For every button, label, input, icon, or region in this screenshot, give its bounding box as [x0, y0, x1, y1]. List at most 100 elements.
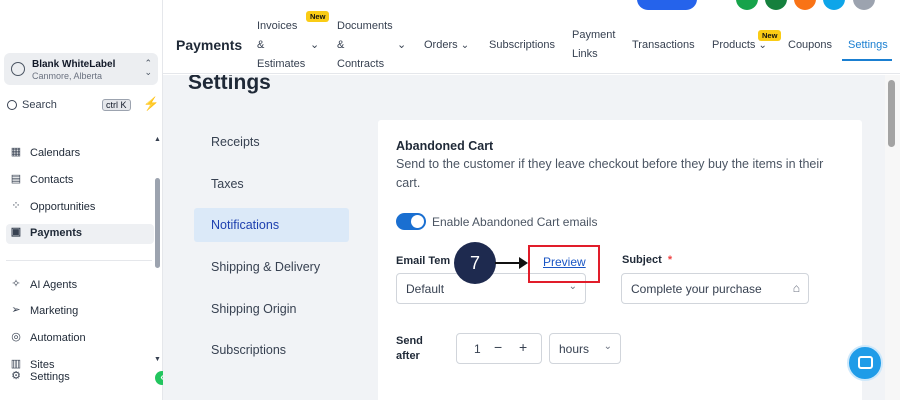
toggle-label: Enable Abandoned Cart emails	[432, 215, 598, 229]
account-switcher[interactable]: Blank WhiteLabel Canmore, Alberta ⌃ ⌄	[4, 53, 158, 85]
header-action-pill[interactable]	[637, 0, 697, 10]
chevron-down-icon: ⌄	[758, 40, 767, 51]
help-icon[interactable]	[823, 0, 845, 10]
settings-menu-shipping-origin[interactable]: Shipping Origin	[194, 292, 349, 326]
search-shortcut: ctrl K	[102, 99, 131, 111]
email-template-value: Default	[406, 282, 445, 296]
sidebar-item-opportunities[interactable]: ⁘ Opportunities	[6, 198, 154, 218]
sidebar-item-ai-agents[interactable]: ✧ AI Agents	[6, 276, 154, 296]
tab-label: Products	[712, 39, 756, 51]
abandoned-cart-toggle[interactable]	[396, 213, 426, 230]
send-after-label-2: after	[396, 350, 420, 362]
account-name: Blank WhiteLabel	[32, 59, 116, 70]
tab-payment-links[interactable]: Payment Links	[572, 26, 615, 64]
settings-icon: ⚙	[11, 370, 21, 382]
subject-label-text: Subject	[622, 254, 662, 266]
settings-menu-taxes[interactable]: Taxes	[194, 167, 349, 201]
settings-menu-receipts[interactable]: Receipts	[194, 125, 349, 159]
sidebar-item-label: Calendars	[30, 147, 81, 159]
chevron-down-icon[interactable]: ⌄	[310, 36, 319, 55]
sidebar-item-payments[interactable]: ▣ Payments	[6, 224, 154, 244]
settings-menu-subscriptions[interactable]: Subscriptions	[194, 333, 349, 367]
page-section-title: Payments	[176, 37, 243, 53]
send-after-label-1: Send	[396, 335, 423, 347]
abandoned-cart-panel: Abandoned Cart Send to the customer if t…	[378, 120, 862, 400]
scrollbar-thumb[interactable]	[888, 80, 895, 147]
tab-label: &	[337, 39, 345, 51]
opportunities-icon: ⁘	[11, 200, 21, 212]
tab-label: &	[257, 39, 265, 51]
sidebar-item-automation[interactable]: ◎ Automation	[6, 329, 154, 349]
sidebar-item-marketing[interactable]: ➢ Marketing	[6, 302, 154, 322]
quick-action-icon[interactable]: ⚡	[143, 96, 159, 112]
tab-label: Invoices	[257, 20, 298, 32]
sidebar-item-label: Payments	[30, 227, 82, 239]
tab-transactions[interactable]: Transactions	[632, 36, 695, 55]
tab-settings[interactable]: Settings	[848, 36, 888, 55]
sidebar-item-label: Contacts	[30, 174, 74, 186]
subject-input[interactable]: Complete your purchase ⌂	[621, 273, 809, 304]
chat-icon	[858, 356, 873, 369]
scroll-up-icon[interactable]: ▲	[154, 136, 161, 143]
stepper-value: 1	[474, 342, 481, 356]
ai-agents-icon: ✧	[11, 278, 21, 290]
send-after-unit-select[interactable]: hours ⌄	[549, 333, 621, 364]
top-navigation: Payments New Invoices & Estimates ⌄ Docu…	[163, 0, 900, 74]
minus-icon[interactable]: −	[494, 339, 502, 355]
notification-icon[interactable]	[794, 0, 816, 10]
sidebar-item-label: Marketing	[30, 305, 79, 317]
menu-label: Shipping Origin	[211, 302, 297, 316]
chevron-down-icon: ⌄	[460, 40, 470, 51]
tab-label: Transactions	[632, 39, 695, 51]
settings-menu-shipping-delivery[interactable]: Shipping & Delivery	[194, 250, 349, 284]
chevron-down-icon: ⌄	[603, 341, 612, 352]
sidebar-item-calendars[interactable]: ▦ Calendars	[6, 144, 154, 164]
tab-label: Settings	[848, 39, 888, 51]
phone-icon[interactable]	[736, 0, 758, 10]
tab-label: Payment	[572, 29, 616, 41]
header-icon[interactable]	[765, 0, 787, 10]
arrowhead-icon	[519, 257, 528, 269]
contacts-icon: ▤	[10, 173, 22, 185]
tab-products[interactable]: Products ⌄	[712, 36, 767, 55]
tab-coupons[interactable]: Coupons	[788, 36, 832, 55]
chevron-down-icon[interactable]: ⌄	[397, 36, 406, 55]
menu-label: Subscriptions	[211, 343, 287, 357]
scroll-down-icon[interactable]: ▼	[154, 356, 161, 363]
payments-icon: ▣	[10, 226, 22, 238]
tab-invoices-estimates[interactable]: Invoices & Estimates	[257, 17, 305, 74]
user-icon	[11, 62, 25, 76]
search-label: Search	[22, 99, 57, 111]
panel-description: Send to the customer if they leave check…	[396, 157, 824, 190]
step-marker: 7	[454, 242, 496, 284]
menu-label: Shipping & Delivery	[211, 260, 321, 274]
sidebar-item-contacts[interactable]: ▤ Contacts	[6, 171, 154, 191]
tab-orders[interactable]: Orders ⌄	[424, 36, 469, 55]
panel-title: Abandoned Cart	[396, 139, 494, 153]
search-button[interactable]: Search ctrl K ⚡	[4, 96, 159, 116]
sidebar-item-settings[interactable]: ⚙ Settings	[6, 368, 154, 388]
marketing-icon: ➢	[11, 304, 21, 316]
tab-label: Links	[572, 48, 598, 60]
sidebar-item-label: Automation	[30, 332, 86, 344]
avatar[interactable]	[853, 0, 875, 10]
menu-label: Notifications	[211, 218, 280, 232]
page-scrollbar[interactable]	[885, 75, 900, 400]
send-after-stepper[interactable]: 1 − +	[456, 333, 542, 364]
toggle-knob	[411, 215, 424, 228]
tab-label: Contracts	[337, 58, 385, 70]
tab-subscriptions[interactable]: Subscriptions	[489, 36, 555, 55]
settings-menu-notifications[interactable]: Notifications	[194, 208, 349, 242]
sidebar-item-label: AI Agents	[30, 279, 78, 291]
subject-value: Complete your purchase	[631, 282, 762, 296]
sidebar-scrollbar[interactable]	[155, 178, 160, 268]
required-marker: *	[667, 254, 673, 266]
sidebar-item-label: Settings	[30, 371, 70, 383]
preview-link[interactable]: Preview	[543, 255, 586, 269]
plus-icon[interactable]: +	[519, 339, 527, 355]
chat-widget-button[interactable]	[847, 345, 883, 381]
chevron-updown-icon: ⌃ ⌄	[144, 58, 152, 77]
tab-documents-contracts[interactable]: Documents & Contracts	[337, 17, 393, 74]
tab-label: Coupons	[788, 39, 833, 51]
tag-icon[interactable]: ⌂	[793, 281, 800, 295]
